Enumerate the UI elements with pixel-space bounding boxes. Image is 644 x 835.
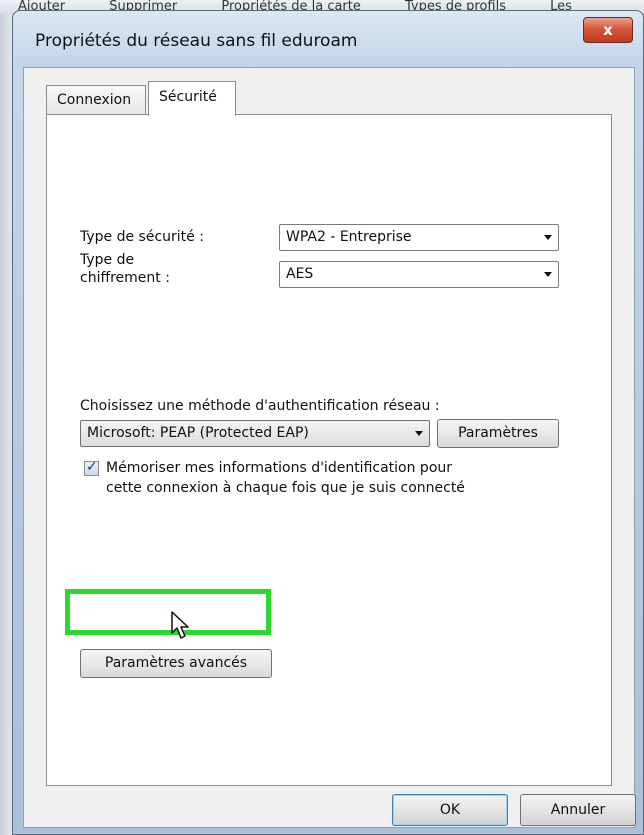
window-title: Propriétés du réseau sans fil eduroam xyxy=(35,31,358,51)
chevron-down-icon xyxy=(544,272,552,277)
advanced-settings-button[interactable]: Paramètres avancés xyxy=(80,649,272,678)
encryption-label-line1: Type de xyxy=(80,252,135,268)
auth-method-value: Microsoft: PEAP (Protected EAP) xyxy=(87,425,309,441)
mouse-pointer-icon xyxy=(171,611,189,639)
tab-securite[interactable]: Sécurité xyxy=(148,81,236,116)
dialog-body: Connexion Sécurité Type de sécurité : WP… xyxy=(23,67,636,828)
title-bar: Propriétés du réseau sans fil eduroam x xyxy=(13,11,643,67)
auth-method-label: Choisissez une méthode d'authentificatio… xyxy=(80,398,440,414)
tab-connexion[interactable]: Connexion xyxy=(46,85,146,115)
chevron-down-icon xyxy=(415,431,423,436)
security-type-value: WPA2 - Entreprise xyxy=(286,229,412,245)
auth-method-select[interactable]: Microsoft: PEAP (Protected EAP) xyxy=(80,420,430,447)
auth-settings-button[interactable]: Paramètres xyxy=(437,419,559,448)
close-icon: x xyxy=(603,21,613,39)
close-button[interactable]: x xyxy=(583,17,633,43)
encryption-label-line2: chiffrement : xyxy=(80,270,170,286)
security-type-select[interactable]: WPA2 - Entreprise xyxy=(279,224,559,251)
remember-credentials-line2: cette connexion à chaque fois que je sui… xyxy=(106,480,465,496)
wireless-properties-dialog: Propriétés du réseau sans fil eduroam x … xyxy=(12,10,644,835)
remember-credentials-checkbox[interactable]: ✓ xyxy=(84,459,99,476)
chevron-down-icon xyxy=(544,235,552,240)
security-panel: Type de sécurité : WPA2 - Entreprise Typ… xyxy=(46,114,612,786)
annotation-highlight-box xyxy=(65,589,271,635)
encryption-type-value: AES xyxy=(286,266,314,282)
remember-credentials-line1: Mémoriser mes informations d'identificat… xyxy=(106,460,453,476)
encryption-type-select[interactable]: AES xyxy=(279,261,559,288)
checkmark-icon: ✓ xyxy=(86,459,98,475)
ok-button[interactable]: OK xyxy=(392,794,508,826)
security-type-label: Type de sécurité : xyxy=(80,229,204,245)
cancel-button[interactable]: Annuler xyxy=(520,794,636,826)
